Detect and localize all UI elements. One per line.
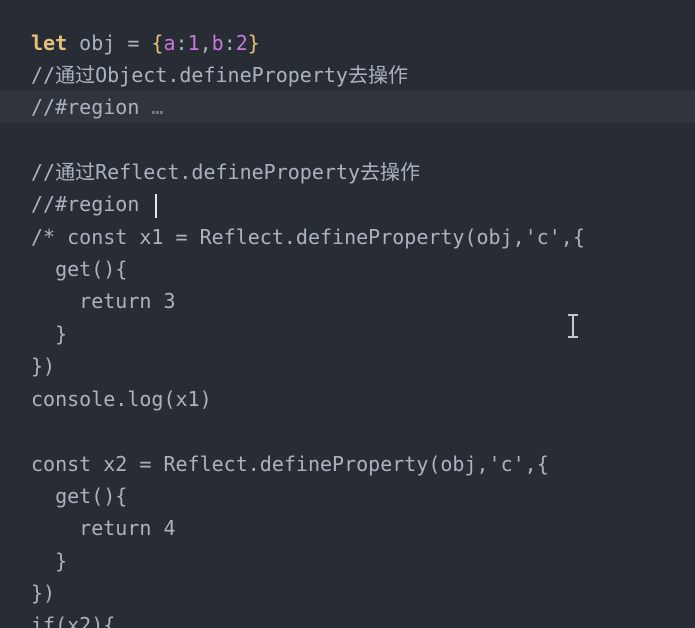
code-line[interactable]: return 4 xyxy=(0,512,695,544)
number-value: 2 xyxy=(235,31,248,55)
text-cursor xyxy=(155,193,158,218)
code-line-text: }) xyxy=(31,354,56,378)
code-line-text: /* const x1 = Reflect.defineProperty(obj… xyxy=(31,225,585,249)
code-line-text: const x2 = Reflect.defineProperty(obj,'c… xyxy=(31,452,549,476)
code-line-text: get(){ xyxy=(31,257,128,281)
code-line-text: get(){ xyxy=(31,484,128,508)
comment-text: //通过Object.defineProperty去操作 xyxy=(31,63,408,87)
ibeam-cursor-icon xyxy=(567,314,579,338)
code-line[interactable]: let obj = {a:1,b:2} xyxy=(0,27,695,59)
variable-declaration: obj = xyxy=(67,31,152,55)
colon: : xyxy=(175,31,188,55)
code-line[interactable]: } xyxy=(0,545,695,577)
code-line-text: } xyxy=(31,322,68,346)
comment-text: //#region xyxy=(31,192,152,216)
code-line[interactable]: get(){ xyxy=(0,253,695,285)
code-line-text: }) xyxy=(31,581,56,605)
code-line[interactable]: //通过Reflect.defineProperty去操作 xyxy=(0,156,695,188)
object-close-brace: } xyxy=(247,31,260,55)
code-line[interactable]: }) xyxy=(0,350,695,382)
code-line[interactable] xyxy=(0,123,695,155)
code-line[interactable]: } xyxy=(0,318,695,350)
comment-text: //通过Reflect.defineProperty去操作 xyxy=(31,160,420,184)
object-open-brace: { xyxy=(151,31,164,55)
number-value: 1 xyxy=(187,31,200,55)
code-line-text: console.log(x1) xyxy=(31,387,212,411)
code-line[interactable]: }) xyxy=(0,577,695,609)
object-key-a: a xyxy=(163,31,176,55)
code-line[interactable] xyxy=(0,415,695,447)
code-editor[interactable]: let obj = {a:1,b:2} //通过Object.definePro… xyxy=(0,0,695,628)
code-line[interactable]: //通过Object.defineProperty去操作 xyxy=(0,59,695,91)
code-line[interactable]: //#region xyxy=(0,188,695,220)
code-line-text: return 4 xyxy=(31,516,176,540)
code-line[interactable]: get(){ xyxy=(0,480,695,512)
folded-region-line[interactable]: //#region … xyxy=(0,91,695,123)
comment-text: //#region xyxy=(31,95,152,119)
code-line-text: if(x2){ xyxy=(31,613,116,628)
code-line-text: } xyxy=(31,549,68,573)
fold-ellipsis-icon[interactable]: … xyxy=(151,95,163,119)
code-line[interactable]: /* const x1 = Reflect.defineProperty(obj… xyxy=(0,221,695,253)
code-line-text: return 3 xyxy=(31,289,176,313)
code-line[interactable]: console.log(x1) xyxy=(0,383,695,415)
code-line-text: //#region … xyxy=(31,91,163,123)
comma: , xyxy=(199,31,212,55)
code-line-text: //#region xyxy=(31,188,158,220)
colon: : xyxy=(223,31,236,55)
code-line-text: let obj = {a:1,b:2} xyxy=(31,27,260,59)
object-key-b: b xyxy=(211,31,224,55)
code-line[interactable]: return 3 xyxy=(0,285,695,317)
keyword-let: let xyxy=(31,31,68,55)
code-line[interactable]: if(x2){ xyxy=(0,609,695,628)
code-line[interactable]: const x2 = Reflect.defineProperty(obj,'c… xyxy=(0,448,695,480)
